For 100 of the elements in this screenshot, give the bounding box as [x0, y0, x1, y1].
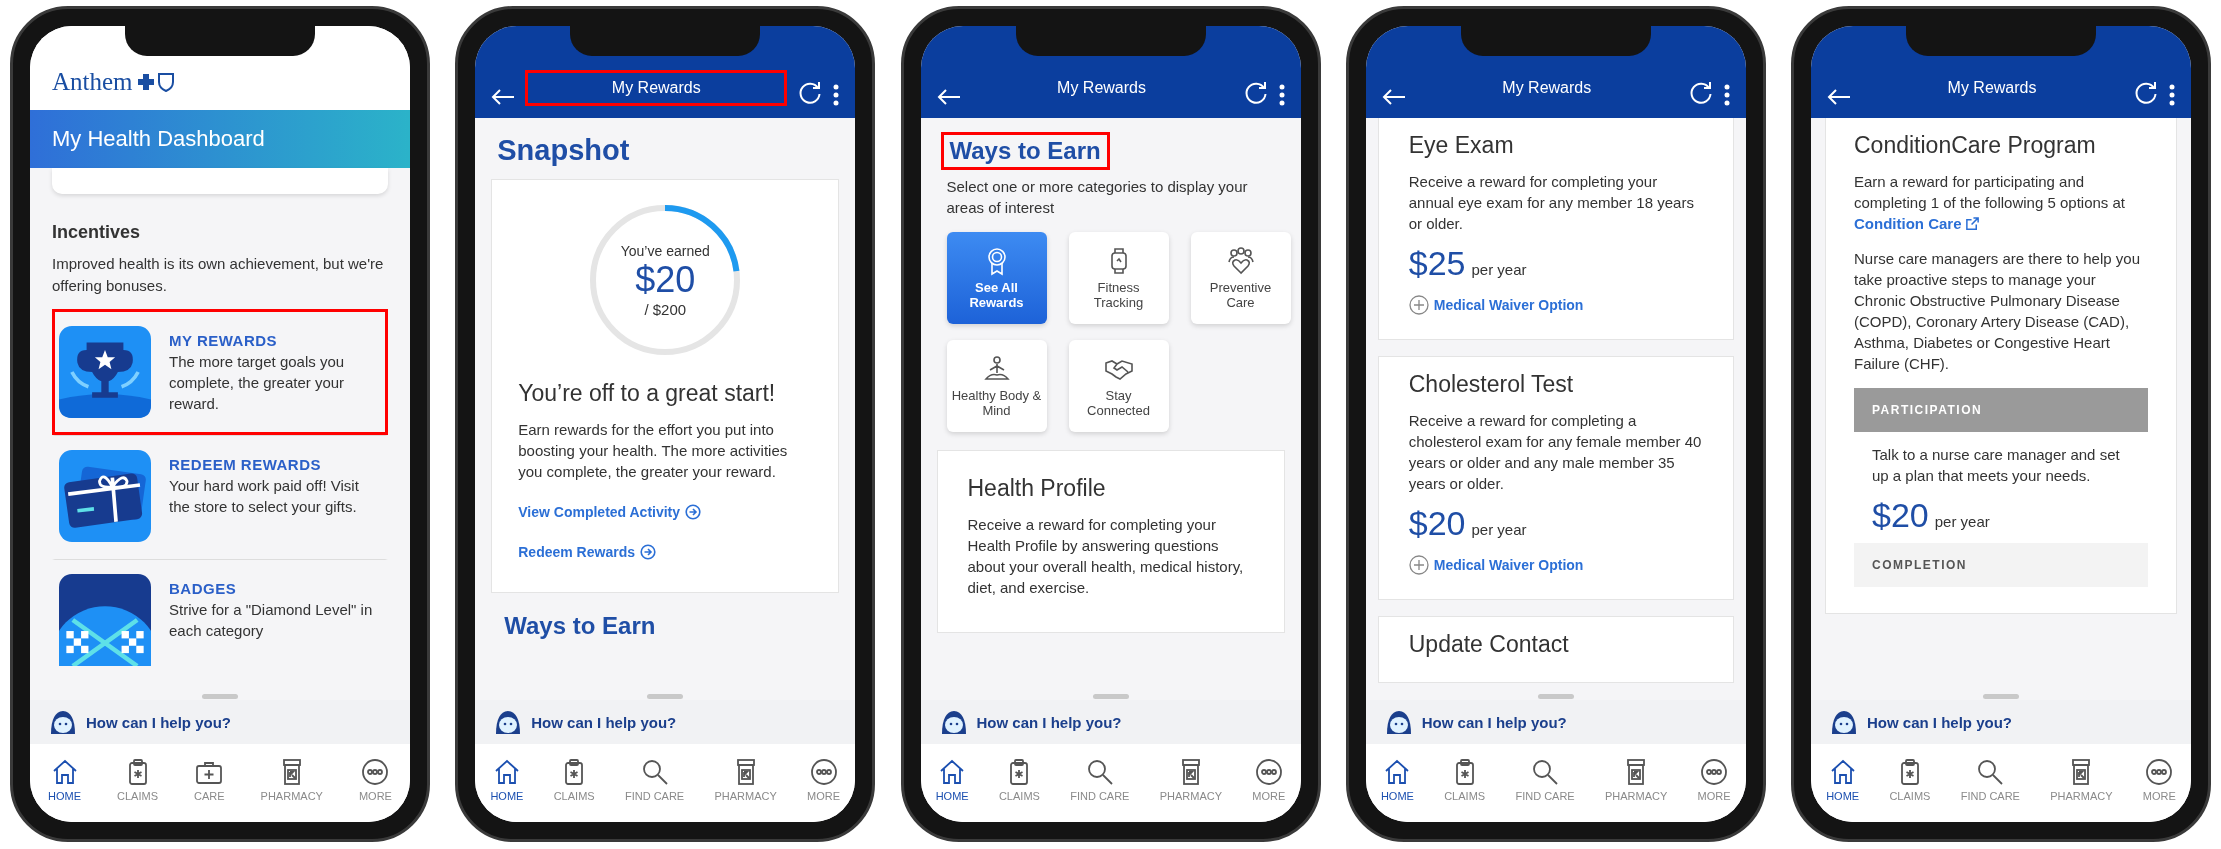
card-title: ConditionCare Program: [1854, 132, 2097, 159]
tab-bar-item[interactable]: MORE: [807, 756, 841, 802]
people-heart-icon: [1225, 246, 1256, 276]
tab-bar-item[interactable]: HOME: [48, 756, 81, 802]
back-arrow-icon: [491, 88, 516, 106]
back-button[interactable]: [1827, 88, 1851, 106]
assistant-prompt[interactable]: How can I help you?: [86, 713, 231, 731]
tab-bar-item[interactable]: CLAIMS: [1444, 756, 1486, 802]
tab-bar-item[interactable]: HOME: [1380, 756, 1414, 802]
section-text: Improved health is its own achievement, but we're offering bonuses.: [52, 254, 385, 296]
tab-bar-item[interactable]: PHARMACY: [714, 756, 777, 802]
tab-bar-item[interactable]: FIND CARE: [1070, 756, 1130, 802]
back-arrow-icon: [1827, 88, 1851, 106]
card-title: Update Contact: [1408, 631, 1570, 658]
amount-unit: per year: [1471, 261, 1527, 278]
assistant-prompt[interactable]: How can I help you?: [531, 713, 677, 731]
tab-bar-item[interactable]: CLAIMS: [117, 756, 158, 802]
category-tile[interactable]: Healthy Body & Mind: [946, 340, 1047, 432]
reward-amount: $20: [1408, 504, 1466, 543]
cross-shield-icon: [136, 72, 175, 92]
reward-item[interactable]: REDEEM REWARDS Your hard work paid off! Visit the store to select your gifts.: [52, 435, 388, 559]
tab-bar-item[interactable]: HOME: [1826, 756, 1860, 802]
tab-bar-item[interactable]: PHARMACY: [2050, 756, 2113, 802]
text-link[interactable]: View Completed Activity: [518, 504, 813, 520]
category-tile[interactable]: See All Rewards: [946, 232, 1047, 324]
gift-card-icon: [59, 450, 151, 542]
more-options-button[interactable]: [2169, 84, 2175, 106]
tab-bar-item[interactable]: MORE: [1252, 756, 1286, 802]
tab-bar-item[interactable]: FIND CARE: [624, 756, 685, 802]
refresh-button[interactable]: [2133, 80, 2159, 106]
card-intro: Earn a reward for participating and completing 1 of the following 5 options at Condition Care: [1854, 172, 2126, 234]
medical-waiver-link[interactable]: Medical Waiver Option: [1408, 555, 1584, 575]
tab-bar-item[interactable]: PHARMACY: [1159, 756, 1223, 802]
card-text: Nurse care managers are there to help you take proactive steps to manage your Chronic Obstructive Pulmonary Disease (COPD), Coronary Artery Disease (CAD), Asthma, Diabetes or Congestive Heart Failure (CHF).: [1854, 249, 2141, 374]
tab-bar-item[interactable]: FIND CARE: [1960, 756, 2020, 802]
page-heading: Ways to Earn: [940, 132, 1110, 170]
tab-bar-item[interactable]: CLAIMS: [1889, 756, 1931, 802]
category-tile[interactable]: Preventive Care: [1190, 232, 1291, 324]
tab-bar-item[interactable]: CARE: [194, 756, 225, 802]
plus-circle-icon: [1408, 555, 1429, 575]
tab-bar-item[interactable]: MORE: [2142, 756, 2176, 802]
kebab-menu-icon: [1723, 84, 1730, 106]
more-options-button[interactable]: [1723, 84, 1730, 106]
tab-bar-item[interactable]: MORE: [358, 756, 392, 802]
medical-waiver-link[interactable]: Medical Waiver Option: [1408, 295, 1584, 315]
card-text: Receive a reward for completing your Health Profile by answering questions about your overall health, medical history, diet, and exercise.: [967, 515, 1245, 598]
card-title: You’re off to a great start!: [518, 380, 777, 407]
back-button[interactable]: [1381, 88, 1406, 106]
text-link[interactable]: Redeem Rewards: [518, 544, 813, 560]
instruction-text: Select one or more categories to display your areas of interest: [946, 177, 1249, 218]
back-arrow-icon: [1381, 88, 1406, 106]
refresh-icon: [2133, 80, 2159, 106]
tab-bar-item[interactable]: HOME: [935, 756, 969, 802]
more-options-button[interactable]: [1278, 84, 1285, 106]
category-tile[interactable]: Stay Connected: [1068, 340, 1169, 432]
page-heading: Snapshot: [496, 133, 631, 168]
item-title: MY REWARDS: [169, 332, 278, 349]
kebab-menu-icon: [2169, 84, 2175, 106]
more-options-button[interactable]: [833, 84, 840, 106]
item-title: REDEEM REWARDS: [169, 456, 321, 473]
tab-bar-item[interactable]: FIND CARE: [1515, 756, 1575, 802]
brand-logo: Anthem: [52, 68, 133, 96]
more-icon: [808, 756, 839, 787]
tab-bar-item[interactable]: PHARMACY: [260, 756, 323, 802]
section-band: PARTICIPATION: [1854, 388, 2148, 432]
category-tile[interactable]: Fitness Tracking: [1068, 232, 1169, 324]
card-title: Health Profile: [967, 475, 1107, 502]
plus-circle-icon: [1408, 295, 1429, 315]
more-icon: [2144, 756, 2175, 787]
arrow-circle-icon: [685, 504, 702, 520]
assistant-avatar-icon: [48, 708, 78, 736]
assistant-prompt[interactable]: How can I help you?: [976, 713, 1122, 731]
dashboard-banner: My Health Dashboard: [30, 110, 410, 168]
reward-item[interactable]: MY REWARDS The more target goals you complete, the greater your reward.: [52, 309, 388, 435]
amount-unit: per year: [1471, 521, 1527, 538]
screen-title: My Rewards: [1501, 78, 1593, 98]
back-button[interactable]: [936, 88, 961, 106]
assistant-avatar-icon: [1829, 708, 1859, 736]
amount-unit: per year: [1934, 513, 1990, 530]
item-title: BADGES: [169, 580, 237, 597]
tab-bar-item[interactable]: HOME: [490, 756, 524, 802]
assistant-prompt[interactable]: How can I help you?: [1421, 713, 1567, 731]
tab-bar-item[interactable]: PHARMACY: [1605, 756, 1668, 802]
tab-bar-item[interactable]: CLAIMS: [998, 756, 1040, 802]
section-band: COMPLETION: [1854, 543, 2148, 587]
arrow-circle-icon: [639, 544, 656, 560]
assistant-prompt[interactable]: How can I help you?: [1867, 713, 2012, 731]
screen-title: My Rewards: [1056, 78, 1147, 98]
tab-bar-item[interactable]: CLAIMS: [553, 756, 595, 802]
item-description: Your hard work paid off! Visit the store to select your gifts.: [169, 476, 360, 517]
back-button[interactable]: [491, 88, 516, 106]
condition-care-link[interactable]: Condition Care: [1854, 213, 1980, 234]
more-icon: [1699, 756, 1730, 787]
card-text: Receive a reward for completing your annual eye exam for any member 18 years or older.: [1408, 172, 1695, 234]
tab-bar-item[interactable]: MORE: [1697, 756, 1731, 802]
more-icon: [360, 756, 391, 787]
card-text: Receive a reward for completing a cholesterol exam for any female member 40 years or older and any male member 35 years or older.: [1408, 411, 1703, 494]
external-link-icon: [1964, 216, 1980, 231]
reward-amount: $25: [1408, 244, 1466, 283]
item-description: The more target goals you complete, the greater your reward.: [169, 352, 346, 414]
